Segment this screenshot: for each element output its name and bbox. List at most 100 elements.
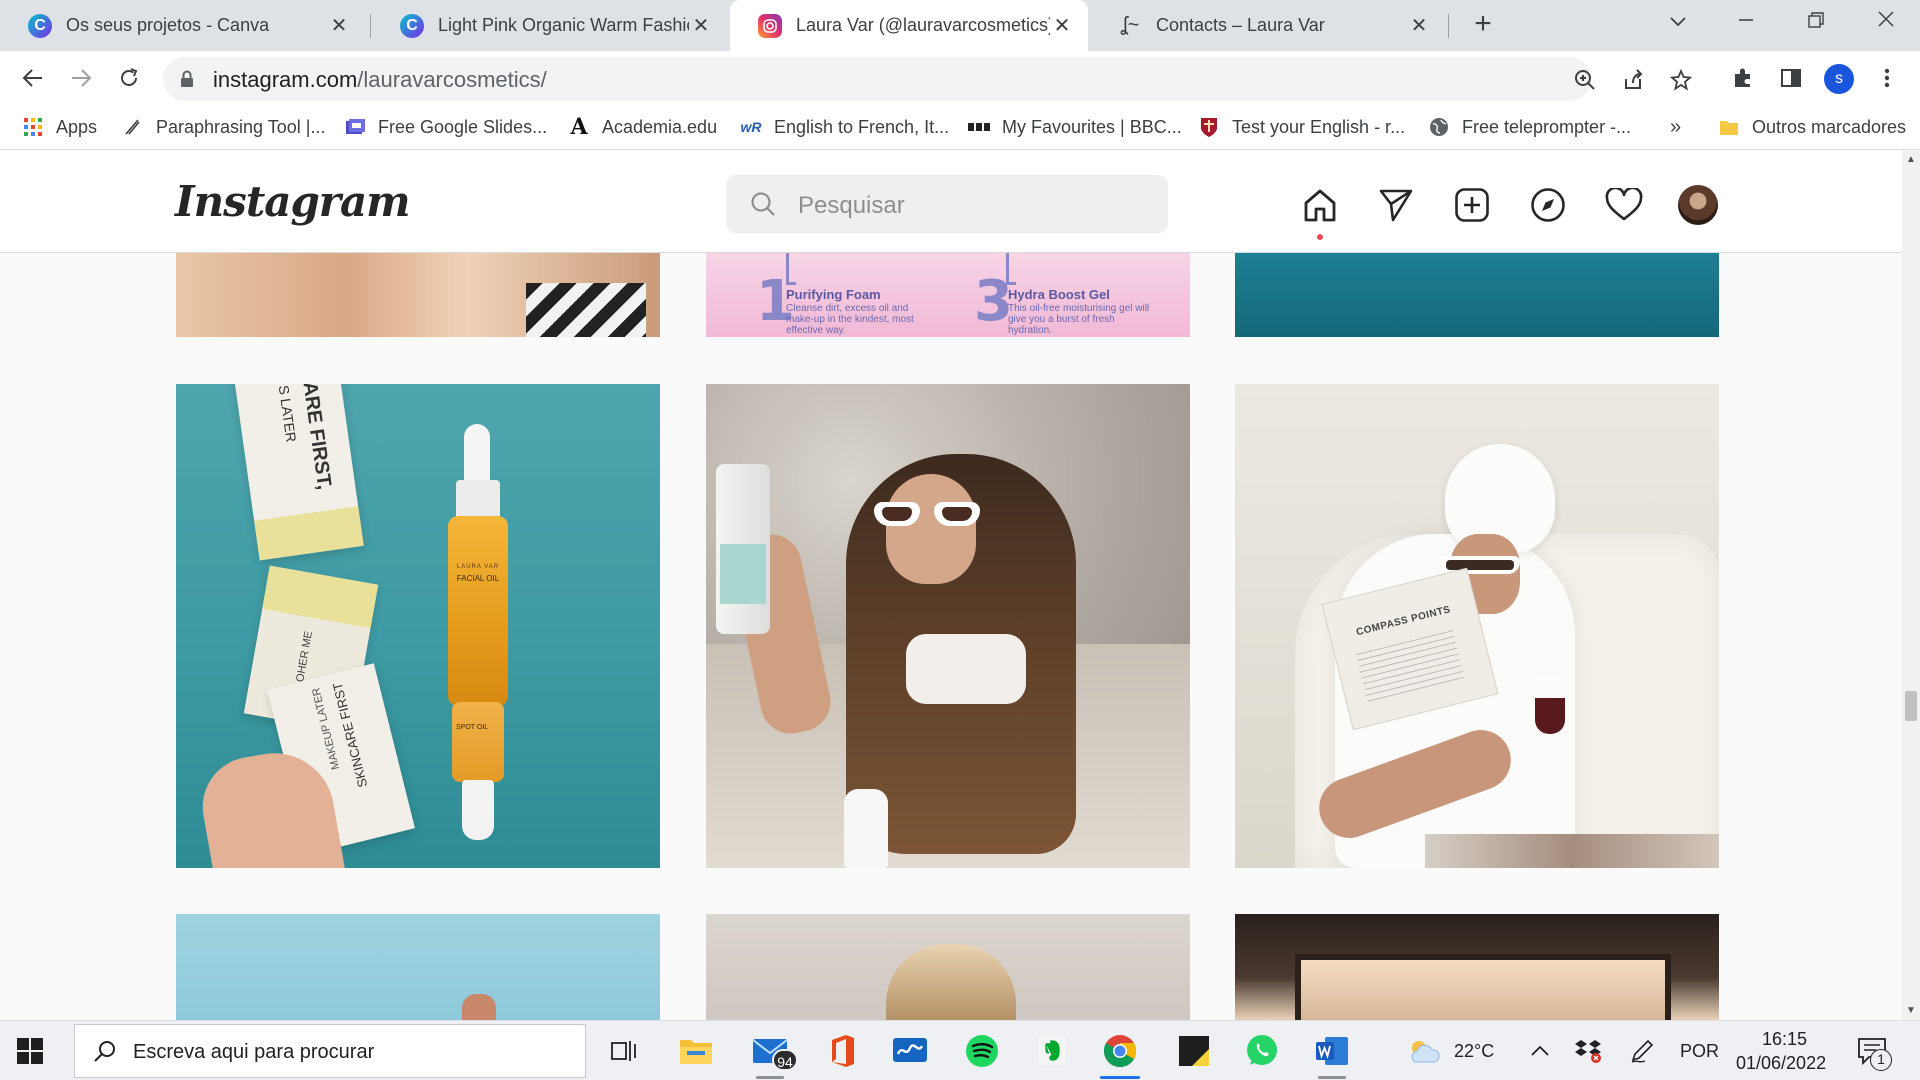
- side-panel-icon[interactable]: [1776, 63, 1806, 93]
- profile-avatar[interactable]: [1678, 185, 1718, 225]
- wine-glass: [1535, 674, 1565, 734]
- side-table: [1425, 834, 1719, 868]
- explore-icon[interactable]: [1528, 185, 1568, 225]
- bookmark-star-icon[interactable]: [1667, 66, 1695, 94]
- reload-button[interactable]: [112, 61, 146, 95]
- bottle-label-text: SPOT OIL: [456, 724, 489, 731]
- tab-canva-design[interactable]: C Light Pink Organic Warm Fashion ✕: [372, 0, 727, 51]
- dropper-collar: [456, 480, 500, 520]
- tab-search-icon[interactable]: [1648, 0, 1708, 44]
- url-text[interactable]: instagram.com/lauravarcosmetics/: [213, 67, 547, 93]
- close-tab-icon[interactable]: ✕: [327, 13, 351, 38]
- whiteboard-icon[interactable]: [890, 1031, 930, 1071]
- profile-avatar-button[interactable]: s: [1824, 64, 1854, 94]
- tab-title: Laura Var (@lauravarcosmetics) •: [796, 15, 1050, 35]
- bookmark-label: My Favourites | BBC...: [1002, 116, 1182, 137]
- weather-temperature[interactable]: 22°C: [1454, 1041, 1494, 1062]
- scrollbar-thumb[interactable]: [1905, 691, 1917, 721]
- instagram-logo[interactable]: Instagram: [175, 177, 411, 226]
- page-scrollbar[interactable]: ▲ ▼: [1902, 151, 1920, 1020]
- post-thumbnail[interactable]: [706, 914, 1190, 1020]
- bookmark-label: Academia.edu: [602, 116, 718, 137]
- bookmark-apps[interactable]: Apps: [22, 113, 97, 141]
- swimsuit: [906, 634, 1026, 704]
- bottle-label: LAURA VAR FACIAL OIL: [452, 564, 504, 634]
- windows-start-icon[interactable]: [16, 1037, 44, 1065]
- post-thumbnail[interactable]: [706, 384, 1190, 868]
- other-bookmarks-folder[interactable]: Outros marcadores: [1718, 113, 1906, 141]
- bookmark-bbc[interactable]: My Favourites | BBC...: [968, 113, 1182, 141]
- back-button[interactable]: [16, 61, 50, 95]
- post-thumbnail[interactable]: [176, 914, 660, 1020]
- share-icon[interactable]: [1619, 66, 1647, 94]
- extensions-icon[interactable]: [1728, 63, 1758, 93]
- new-post-icon[interactable]: [1452, 185, 1492, 225]
- zoom-icon[interactable]: [1571, 66, 1599, 94]
- bookmark-cambridge[interactable]: Test your English - r...: [1198, 113, 1405, 141]
- notifications-badge: 1: [1870, 1049, 1892, 1071]
- search-icon: [93, 1039, 117, 1068]
- scroll-up-arrow[interactable]: ▲: [1902, 151, 1920, 169]
- mail-icon[interactable]: 94: [750, 1031, 798, 1079]
- whatsapp-icon[interactable]: [1242, 1031, 1282, 1071]
- minimize-button[interactable]: [1716, 0, 1776, 44]
- task-view-icon[interactable]: [604, 1031, 644, 1071]
- tab-instagram[interactable]: Laura Var (@lauravarcosmetics) • ✕: [730, 0, 1088, 51]
- restore-button[interactable]: [1786, 0, 1846, 44]
- tab-contacts[interactable]: ʆ~ Contacts – Laura Var ✕: [1090, 0, 1445, 51]
- dropbox-icon[interactable]: [1568, 1031, 1608, 1071]
- face: [886, 474, 976, 584]
- post-thumbnail[interactable]: COMPASS POINTS: [1235, 384, 1719, 868]
- post-thumbnail[interactable]: [176, 253, 660, 337]
- tab-strip: C Os seus projetos - Canva ✕ C Light Pin…: [0, 0, 1920, 51]
- quill-icon: [122, 116, 144, 138]
- tab-separator: [1448, 14, 1449, 38]
- pen-icon[interactable]: [1622, 1031, 1662, 1071]
- activity-icon[interactable]: [1604, 185, 1644, 225]
- tab-title: Os seus projetos - Canva: [66, 15, 270, 35]
- evernote-icon[interactable]: [1032, 1031, 1072, 1071]
- slides-icon: [344, 116, 366, 138]
- wordreference-icon: wR: [740, 119, 762, 135]
- spotify-icon[interactable]: [962, 1031, 1002, 1071]
- address-bar[interactable]: instagram.com/lauravarcosmetics/: [163, 57, 1692, 101]
- taskbar-search-input[interactable]: Escreva aqui para procurar: [74, 1024, 586, 1078]
- bookmark-wordreference[interactable]: wR English to French, It...: [740, 113, 950, 141]
- post-thumbnail[interactable]: 1 Purifying Foam Cleanse dirt, excess oi…: [706, 253, 1190, 337]
- bookmark-academia[interactable]: A Academia.edu: [568, 113, 717, 141]
- bookmarks-bar: Apps Paraphrasing Tool |... Free Google …: [0, 105, 1920, 150]
- office-icon[interactable]: [822, 1031, 862, 1071]
- post-thumbnail[interactable]: [1235, 253, 1719, 337]
- close-window-button[interactable]: [1856, 0, 1916, 44]
- product-box: ARE FIRST, S LATER: [233, 384, 364, 561]
- clock-date[interactable]: 01/06/2022: [1736, 1053, 1826, 1074]
- close-tab-icon[interactable]: ✕: [1050, 13, 1074, 38]
- tray-overflow-chevron-icon[interactable]: [1520, 1031, 1560, 1071]
- file-explorer-icon[interactable]: [676, 1031, 716, 1071]
- tab-canva-projects[interactable]: C Os seus projetos - Canva ✕: [0, 0, 365, 51]
- notifications-icon[interactable]: 1: [1852, 1031, 1892, 1071]
- forward-button[interactable]: [64, 61, 98, 95]
- bookmarks-overflow-button[interactable]: »: [1670, 113, 1681, 141]
- new-tab-button[interactable]: +: [1466, 8, 1500, 42]
- weather-icon[interactable]: [1404, 1031, 1444, 1071]
- chrome-icon[interactable]: [1100, 1031, 1140, 1079]
- input-language[interactable]: POR: [1680, 1041, 1719, 1062]
- sticky-notes-icon[interactable]: [1174, 1031, 1214, 1071]
- home-icon[interactable]: [1300, 185, 1340, 225]
- clock-time[interactable]: 16:15: [1762, 1029, 1807, 1050]
- close-tab-icon[interactable]: ✕: [1407, 13, 1431, 38]
- scroll-down-arrow[interactable]: ▼: [1902, 1002, 1920, 1020]
- toner-bottle: [716, 464, 770, 634]
- post-thumbnail[interactable]: ARE FIRST, S LATER OHER ME SKINCARE FIRS…: [176, 384, 660, 868]
- bookmark-paraphrasing[interactable]: Paraphrasing Tool |...: [122, 113, 325, 141]
- post-thumbnail[interactable]: [1235, 914, 1719, 1020]
- close-tab-icon[interactable]: ✕: [689, 13, 713, 38]
- lock-icon[interactable]: [179, 70, 195, 93]
- bookmark-teleprompter[interactable]: Free teleprompter -...: [1428, 113, 1631, 141]
- bookmark-google-slides[interactable]: Free Google Slides...: [344, 113, 547, 141]
- menu-kebab-icon[interactable]: [1872, 63, 1902, 93]
- search-input[interactable]: Pesquisar: [726, 175, 1168, 233]
- word-icon[interactable]: [1312, 1031, 1352, 1079]
- direct-icon[interactable]: [1376, 185, 1416, 225]
